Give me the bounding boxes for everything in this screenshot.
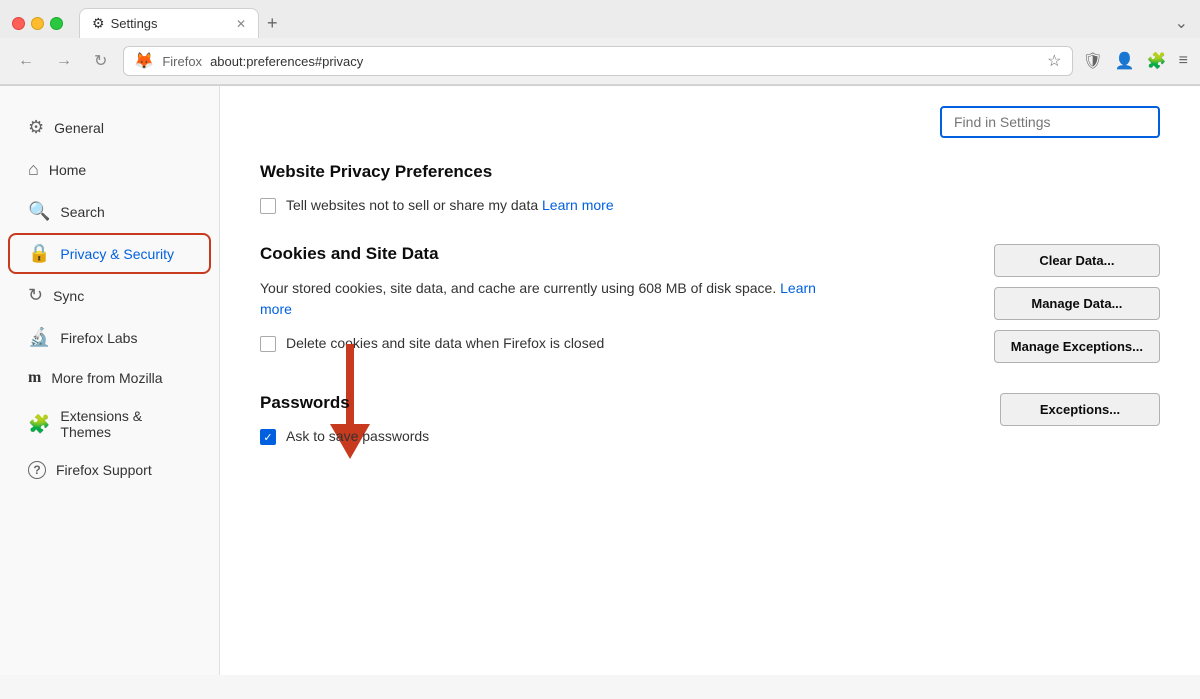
- sidebar-label-general: General: [54, 120, 104, 136]
- tab-bar: ⚙ Settings ✕ +: [79, 8, 1167, 38]
- sidebar-label-search: Search: [60, 204, 104, 220]
- cookies-buttons: Clear Data... Manage Data... Manage Exce…: [994, 244, 1160, 363]
- sidebar-label-firefox-labs: Firefox Labs: [60, 330, 137, 346]
- nav-icons: 🛡 👤 🧩 ≡: [1083, 51, 1189, 71]
- sidebar-label-extensions: Extensions & Themes: [60, 408, 191, 440]
- lock-icon: 🔒: [28, 243, 50, 264]
- forward-button[interactable]: →: [50, 50, 78, 72]
- sidebar-label-mozilla: More from Mozilla: [51, 370, 162, 386]
- firefox-logo-icon: 🦊: [134, 51, 154, 71]
- maximize-button[interactable]: [50, 17, 63, 30]
- extensions-sidebar-icon: 🧩: [28, 414, 50, 435]
- sidebar-label-sync: Sync: [53, 288, 84, 304]
- ask-save-passwords-row: ✓ Ask to save passwords Exceptions...: [260, 427, 1160, 447]
- firefox-label: Firefox: [162, 54, 202, 69]
- browser-chrome: ⚙ Settings ✕ + ⌄ ← → ↻ 🦊 Firefox about:p…: [0, 0, 1200, 86]
- support-icon: ?: [28, 461, 46, 479]
- sidebar-label-support: Firefox Support: [56, 462, 152, 478]
- main-content: Website Privacy Preferences Tell website…: [220, 86, 1200, 675]
- address-bar[interactable]: 🦊 Firefox about:preferences#privacy ☆: [123, 46, 1072, 76]
- sidebar-label-privacy: Privacy & Security: [60, 246, 174, 262]
- account-icon[interactable]: 👤: [1115, 51, 1135, 71]
- website-privacy-section: Website Privacy Preferences Tell website…: [260, 162, 1160, 216]
- title-bar: ⚙ Settings ✕ + ⌄: [0, 0, 1200, 38]
- app-body: ⚙ General ⌂ Home 🔍 Search 🔒 Privacy & Se…: [0, 86, 1200, 675]
- bookmark-icon[interactable]: ☆: [1047, 51, 1061, 71]
- search-icon: 🔍: [28, 201, 50, 222]
- no-sell-checkbox[interactable]: [260, 198, 276, 214]
- close-button[interactable]: [12, 17, 25, 30]
- pocket-icon[interactable]: 🛡: [1083, 51, 1103, 71]
- extensions-icon[interactable]: 🧩: [1147, 51, 1167, 71]
- manage-exceptions-button[interactable]: Manage Exceptions...: [994, 330, 1160, 363]
- general-icon: ⚙: [28, 117, 44, 138]
- search-bar-wrap: [260, 106, 1160, 138]
- tab-settings-icon: ⚙: [92, 15, 105, 32]
- clear-data-button[interactable]: Clear Data...: [994, 244, 1160, 277]
- labs-icon: 🔬: [28, 327, 50, 348]
- nav-bar: ← → ↻ 🦊 Firefox about:preferences#privac…: [0, 38, 1200, 85]
- sidebar-item-firefox-labs[interactable]: 🔬 Firefox Labs: [8, 317, 211, 358]
- sidebar-label-home: Home: [49, 162, 86, 178]
- refresh-button[interactable]: ↻: [88, 49, 113, 73]
- sidebar-item-mozilla[interactable]: m More from Mozilla: [8, 359, 211, 397]
- website-privacy-learn-more-link[interactable]: Learn more: [542, 197, 614, 213]
- sidebar: ⚙ General ⌂ Home 🔍 Search 🔒 Privacy & Se…: [0, 86, 220, 675]
- delete-on-close-checkbox[interactable]: [260, 336, 276, 352]
- website-privacy-title: Website Privacy Preferences: [260, 162, 1160, 182]
- mozilla-icon: m: [28, 369, 41, 387]
- url-text: about:preferences#privacy: [210, 54, 1039, 69]
- delete-on-close-label: Delete cookies and site data when Firefo…: [286, 334, 604, 354]
- sidebar-item-home[interactable]: ⌂ Home: [8, 149, 211, 190]
- tab-close-button[interactable]: ✕: [236, 17, 246, 31]
- sidebar-item-privacy[interactable]: 🔒 Privacy & Security: [8, 233, 211, 274]
- sidebar-item-general[interactable]: ⚙ General: [8, 107, 211, 148]
- window-controls: ⌄: [1175, 13, 1188, 33]
- ask-save-passwords-checkbox[interactable]: ✓: [260, 429, 276, 445]
- minimize-button[interactable]: [31, 17, 44, 30]
- ask-save-passwords-label: Ask to save passwords: [286, 427, 429, 447]
- manage-data-button[interactable]: Manage Data...: [994, 287, 1160, 320]
- sync-icon: ↻: [28, 285, 43, 306]
- cookies-section: Cookies and Site Data Your stored cookie…: [260, 244, 1160, 354]
- settings-tab[interactable]: ⚙ Settings ✕: [79, 8, 259, 38]
- sidebar-item-support[interactable]: ? Firefox Support: [8, 451, 211, 489]
- traffic-lights: [12, 17, 63, 30]
- back-button[interactable]: ←: [12, 50, 40, 72]
- menu-icon[interactable]: ≡: [1179, 52, 1188, 70]
- no-sell-label: Tell websites not to sell or share my da…: [286, 196, 614, 216]
- sidebar-item-sync[interactable]: ↻ Sync: [8, 275, 211, 316]
- home-icon: ⌂: [28, 159, 39, 180]
- find-in-settings-input[interactable]: [940, 106, 1160, 138]
- cookies-description: Your stored cookies, site data, and cach…: [260, 278, 820, 320]
- new-tab-button[interactable]: +: [259, 9, 286, 38]
- passwords-exceptions-button[interactable]: Exceptions...: [1000, 393, 1160, 426]
- passwords-section: Passwords ✓ Ask to save passwords Except…: [260, 393, 1160, 447]
- tab-title: Settings: [111, 16, 158, 31]
- sidebar-item-extensions[interactable]: 🧩 Extensions & Themes: [8, 398, 211, 450]
- website-privacy-row: Tell websites not to sell or share my da…: [260, 196, 1160, 216]
- sidebar-item-search[interactable]: 🔍 Search: [8, 191, 211, 232]
